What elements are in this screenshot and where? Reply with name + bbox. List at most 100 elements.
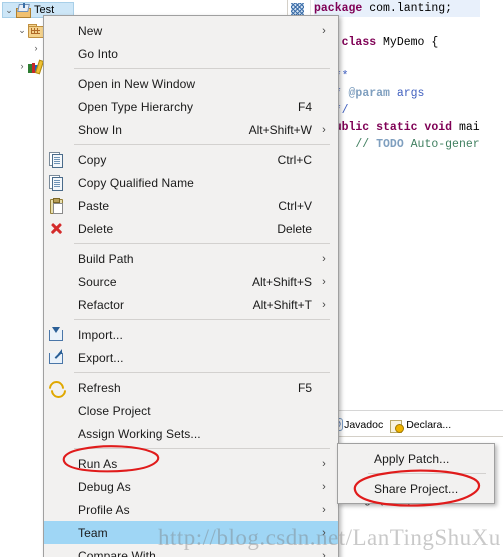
import-icon (44, 323, 68, 346)
menu-item-share-project[interactable]: Share Project... (338, 477, 494, 500)
menu-item-profile-as[interactable]: Profile As › (44, 498, 338, 521)
tab-javadoc-label: Javadoc (344, 419, 384, 431)
tree-twisty-icon[interactable]: ⌄ (3, 5, 15, 16)
chevron-right-icon: › (322, 275, 326, 288)
menu-item-run-as[interactable]: Run As › (44, 452, 338, 475)
menu-separator (74, 68, 330, 69)
menu-item-label: Copy Qualified Name (78, 175, 194, 190)
menu-item-open-in-new-window[interactable]: Open in New Window (44, 72, 338, 95)
menu-item-paste[interactable]: Paste Ctrl+V (44, 194, 338, 217)
tree-twisty-icon[interactable]: ⌄ (16, 25, 28, 36)
menu-item-source[interactable]: Source Alt+Shift+S › (44, 270, 338, 293)
menu-separator (74, 144, 330, 145)
menu-item-show-in[interactable]: Show In Alt+Shift+W › (44, 118, 338, 141)
project-icon (15, 3, 31, 18)
menu-item-label: Show In (78, 122, 123, 137)
menu-item-export[interactable]: Export... (44, 346, 338, 369)
menu-item-copy-qualified-name[interactable]: Copy Qualified Name (44, 171, 338, 194)
menu-icon-none (44, 422, 68, 445)
menu-item-copy[interactable]: Copy Ctrl+C (44, 148, 338, 171)
menu-icon-none (44, 475, 68, 498)
menu-item-apply-patch[interactable]: Apply Patch... (338, 447, 494, 470)
menu-item-label: Delete (78, 221, 114, 236)
menu-item-close-project[interactable]: Close Project (44, 399, 338, 422)
menu-item-assign-working-sets[interactable]: Assign Working Sets... (44, 422, 338, 445)
menu-separator (74, 372, 330, 373)
menu-item-go-into[interactable]: Go Into (44, 42, 338, 65)
tab-declaration[interactable]: Declara... (390, 419, 452, 433)
menu-icon-none (44, 247, 68, 270)
tree-item-child[interactable]: › (30, 40, 42, 56)
chevron-right-icon: › (322, 252, 326, 265)
menu-separator (368, 473, 486, 474)
code-token: package (314, 2, 370, 15)
menu-item-label: Refresh (78, 380, 121, 395)
menu-item-label: Source (78, 274, 117, 289)
menu-item-new[interactable]: New › (44, 19, 338, 42)
menu-item-label: Copy (78, 152, 107, 167)
menu-icon-none (44, 95, 68, 118)
menu-icon-none (44, 521, 68, 544)
menu-item-label: Share Project... (374, 481, 459, 496)
menu-item-debug-as[interactable]: Debug As › (44, 475, 338, 498)
code-token: MyDemo { (376, 36, 439, 49)
menu-item-refresh[interactable]: Refresh F5 (44, 376, 338, 402)
chevron-right-icon: › (322, 123, 326, 136)
menu-item-label: New (78, 23, 103, 38)
menu-icon-none (44, 399, 68, 422)
eclipse-window: ⌄ Test ⌄ › › package com.lanting; class … (0, 0, 503, 557)
menu-icon-none (338, 447, 362, 470)
chevron-right-icon: › (322, 480, 326, 493)
menu-item-refactor[interactable]: Refactor Alt+Shift+T › (44, 293, 338, 316)
menu-item-shortcut: Delete (277, 221, 312, 236)
delete-icon (44, 217, 68, 240)
menu-icon-none (338, 477, 362, 500)
menu-icon-none (44, 19, 68, 42)
project-context-menu[interactable]: New › Go Into Open in New Window Open Type H… (43, 15, 339, 557)
menu-item-label: Debug As (78, 479, 131, 494)
menu-icon-none (44, 293, 68, 316)
package-folder-icon (28, 23, 45, 38)
menu-item-import[interactable]: Import... (44, 323, 338, 346)
team-submenu[interactable]: Apply Patch... Share Project... (337, 443, 495, 504)
menu-item-label: Run As (78, 456, 118, 471)
menu-item-label: Profile As (78, 502, 130, 517)
menu-item-shortcut: Ctrl+V (278, 198, 312, 213)
menu-item-shortcut: F5 (297, 380, 312, 395)
menu-item-shortcut: Alt+Shift+S (251, 274, 312, 289)
menu-separator (74, 243, 330, 244)
paste-icon (44, 194, 68, 217)
code-token: TODO (376, 138, 404, 151)
code-token: Auto-gener (403, 138, 480, 151)
copy-icon (44, 148, 68, 171)
menu-item-shortcut: Ctrl+C (277, 152, 312, 167)
code-token: args (389, 87, 425, 100)
menu-item-label: Refactor (78, 297, 125, 312)
menu-icon-none (44, 118, 68, 141)
menu-item-open-type-hierarchy[interactable]: Open Type Hierarchy F4 (44, 95, 338, 118)
menu-icon-none (44, 270, 68, 293)
chevron-right-icon: › (322, 457, 326, 470)
menu-item-label: Assign Working Sets... (78, 426, 201, 441)
menu-item-label: Close Project (78, 403, 151, 418)
jre-library-icon (28, 59, 45, 74)
menu-item-shortcut: Alt+Shift+W (248, 122, 312, 137)
menu-icon-none (44, 452, 68, 475)
code-token: @param (348, 87, 390, 100)
menu-item-label: Open Type Hierarchy (78, 99, 194, 114)
copy-icon (44, 171, 68, 194)
tree-twisty-icon[interactable]: › (30, 43, 42, 53)
menu-item-label: Build Path (78, 251, 134, 266)
tab-declaration-label: Declara... (406, 419, 452, 431)
menu-item-build-path[interactable]: Build Path › (44, 247, 338, 270)
code-token: class (341, 36, 377, 49)
menu-item-delete[interactable]: Delete Delete (44, 217, 338, 240)
menu-separator (74, 319, 330, 320)
chevron-right-icon: › (322, 24, 326, 37)
chevron-right-icon: › (322, 298, 326, 311)
menu-icon-none (44, 72, 68, 95)
menu-item-shortcut: Alt+Shift+T (252, 297, 312, 312)
menu-item-label: Export... (78, 350, 124, 365)
tree-twisty-icon[interactable]: › (16, 61, 28, 71)
menu-item-label: Paste (78, 198, 110, 213)
